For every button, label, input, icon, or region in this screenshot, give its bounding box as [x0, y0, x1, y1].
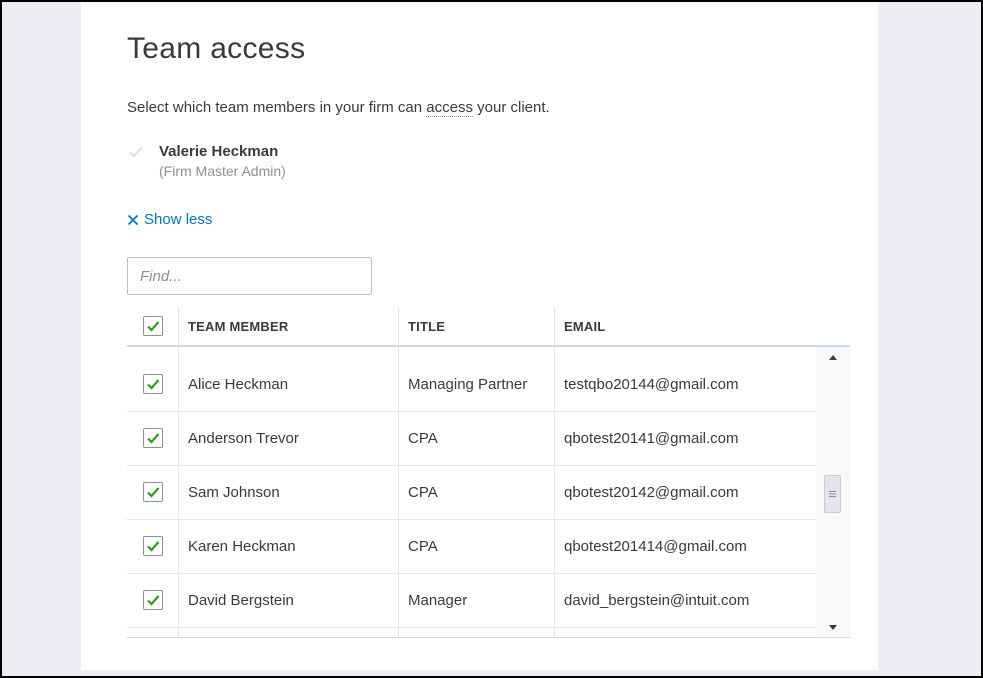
caret-up-icon: [829, 354, 837, 360]
table-cell: [178, 627, 398, 637]
row-select-cell: [127, 519, 178, 573]
member-title: CPA: [398, 465, 554, 519]
close-icon: [127, 214, 139, 225]
row-select-cell: [127, 411, 178, 465]
page-subtitle: Select which team members in your firm c…: [127, 99, 550, 117]
table-header: TEAM MEMBER TITLE EMAIL: [127, 307, 850, 347]
checkmark-icon: [146, 487, 159, 498]
admin-role: (Firm Master Admin): [159, 163, 286, 179]
checkmark-icon: [129, 146, 143, 158]
caret-down-icon: [829, 624, 837, 630]
checkmark-icon: [146, 595, 159, 606]
window-frame: Team access Select which team members in…: [0, 0, 983, 678]
checkmark-icon: [146, 379, 159, 390]
admin-checkbox: [127, 143, 145, 161]
column-header-member[interactable]: TEAM MEMBER: [178, 307, 398, 345]
row-checkbox[interactable]: [142, 590, 163, 610]
subtitle-text-start: Select which team members in your firm c…: [127, 99, 427, 116]
member-name: Alice Heckman: [178, 357, 398, 411]
member-title: Managing Partner: [398, 357, 554, 411]
table-row[interactable]: Anderson Trevor CPA qbotest20141@gmail.c…: [127, 411, 816, 466]
row-checkbox[interactable]: [142, 536, 163, 556]
scroll-up-button[interactable]: [816, 349, 850, 365]
table-row[interactable]: David Bergstein Manager david_bergstein@…: [127, 573, 816, 628]
table-row[interactable]: Karen Heckman CPA qbotest201414@gmail.co…: [127, 519, 816, 574]
table-row-partial: [127, 627, 816, 637]
scroll-thumb[interactable]: [824, 475, 841, 513]
member-name: Anderson Trevor: [178, 411, 398, 465]
checkmark-icon: [146, 541, 159, 552]
checkmark-icon: [146, 433, 159, 444]
table-cell: [554, 627, 816, 637]
member-title: CPA: [398, 411, 554, 465]
member-email: qbotest201414@gmail.com: [554, 519, 816, 573]
member-email: testqbo20144@gmail.com: [554, 357, 816, 411]
table-cell: [554, 347, 816, 357]
page-title: Team access: [127, 32, 306, 65]
scroll-down-button[interactable]: [816, 619, 850, 635]
select-all-checkbox[interactable]: [142, 316, 163, 336]
show-less-label: Show less: [144, 211, 213, 228]
member-title: Manager: [398, 573, 554, 627]
table-body: Alice Heckman Managing Partner testqbo20…: [127, 347, 850, 638]
member-name: Karen Heckman: [178, 519, 398, 573]
row-select-cell: [127, 357, 178, 411]
table-cell: [178, 347, 398, 357]
access-help-link[interactable]: access: [426, 99, 473, 117]
select-all-cell: [127, 307, 178, 345]
row-checkbox[interactable]: [142, 482, 163, 502]
row-select-cell: [127, 573, 178, 627]
member-email: david_bergstein@intuit.com: [554, 573, 816, 627]
table-row-partial: [127, 347, 816, 357]
member-title: CPA: [398, 519, 554, 573]
column-header-email[interactable]: EMAIL: [554, 307, 816, 345]
team-access-panel: Team access Select which team members in…: [81, 2, 878, 670]
member-name: David Bergstein: [178, 573, 398, 627]
table-cell: [398, 627, 554, 637]
member-name: Sam Johnson: [178, 465, 398, 519]
member-email: qbotest20142@gmail.com: [554, 465, 816, 519]
show-less-toggle[interactable]: Show less: [127, 211, 212, 228]
table-row[interactable]: Sam Johnson CPA qbotest20142@gmail.com: [127, 465, 816, 520]
find-input[interactable]: [127, 257, 372, 295]
grip-icon: [829, 491, 836, 497]
team-members-table: TEAM MEMBER TITLE EMAIL Alice Heckman Ma…: [127, 307, 850, 638]
member-email: qbotest20141@gmail.com: [554, 411, 816, 465]
row-select-cell: [127, 465, 178, 519]
table-cell: [398, 347, 554, 357]
table-row[interactable]: Alice Heckman Managing Partner testqbo20…: [127, 357, 816, 412]
table-scrollbar[interactable]: [816, 347, 850, 637]
checkmark-icon: [146, 321, 159, 332]
subtitle-text-end: your client.: [472, 99, 550, 116]
admin-name: Valerie Heckman: [159, 143, 279, 160]
row-checkbox[interactable]: [142, 374, 163, 394]
row-checkbox[interactable]: [142, 428, 163, 448]
column-header-title[interactable]: TITLE: [398, 307, 554, 345]
